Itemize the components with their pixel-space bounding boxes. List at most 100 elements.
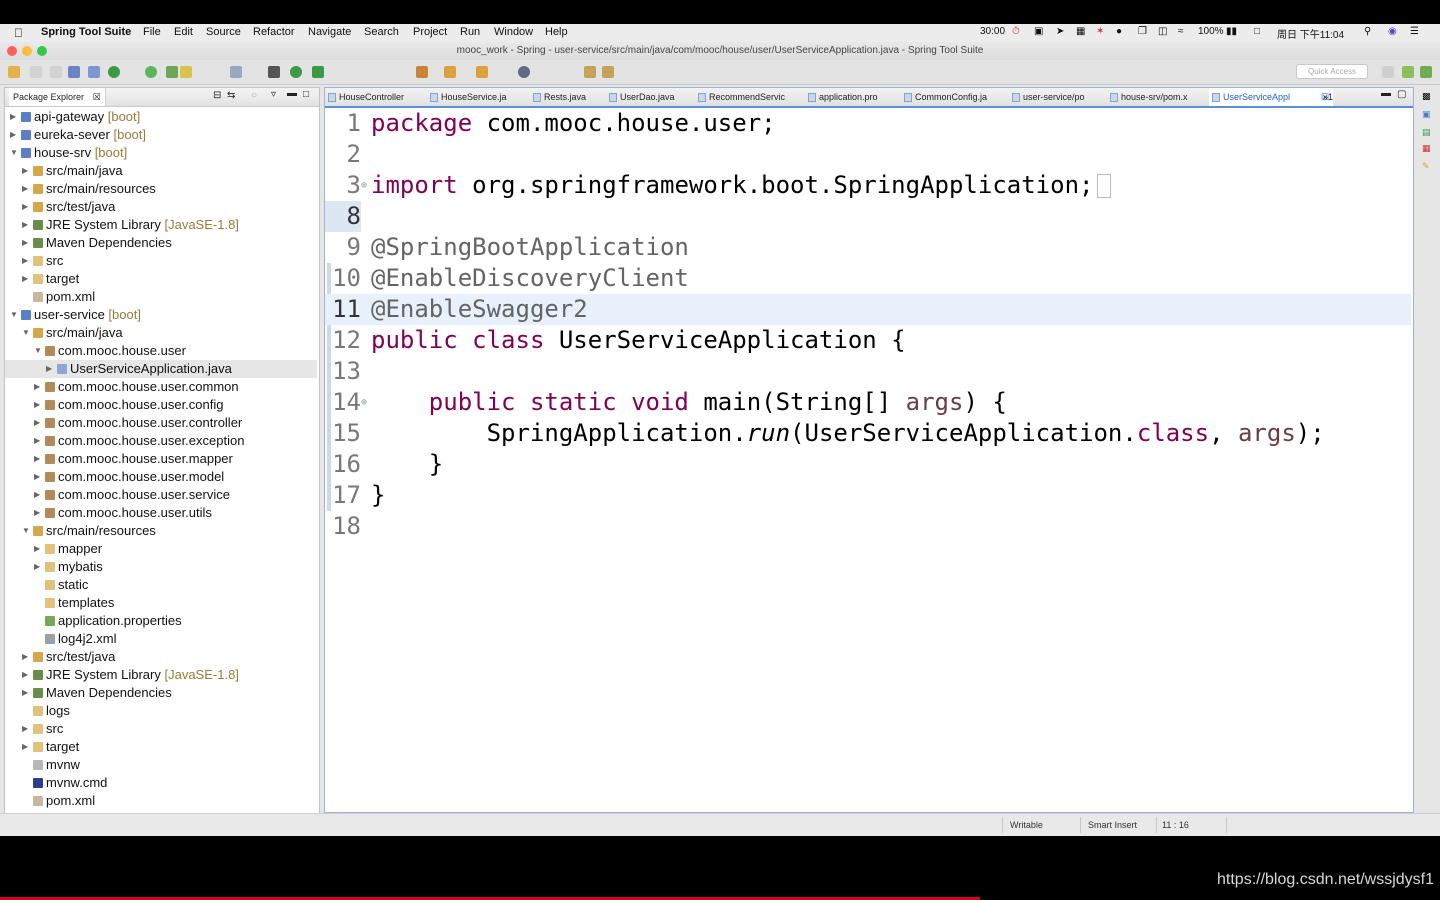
tree-item[interactable]: ▼ user-service [boot]: [5, 306, 317, 324]
tree-item[interactable]: log4j2.xml: [5, 630, 317, 648]
code-line[interactable]: 14 ⊕ public static void main(String[] arg…: [325, 387, 1411, 418]
show-whitespace-icon[interactable]: [230, 66, 242, 78]
expand-arrow-icon[interactable]: ▶: [34, 504, 42, 522]
spring-explorer-icon[interactable]: ✎: [1422, 161, 1430, 172]
spring-boot-dashboard-icon[interactable]: [108, 66, 120, 78]
tree-item[interactable]: mvnw: [5, 756, 317, 774]
menu-navigate[interactable]: Navigate: [308, 26, 351, 38]
expand-arrow-icon[interactable]: ▶: [22, 270, 30, 288]
menu-help[interactable]: Help: [545, 26, 568, 38]
tree-item[interactable]: ▶ mybatis: [5, 558, 317, 576]
code-line[interactable]: 17}: [325, 480, 1411, 511]
tree-item[interactable]: ▶ target: [5, 738, 317, 756]
save-icon[interactable]: [30, 66, 42, 78]
menu-file[interactable]: File: [143, 26, 161, 38]
code-line[interactable]: 8: [325, 201, 1411, 232]
tree-item[interactable]: ▶ com.mooc.house.user.exception: [5, 432, 317, 450]
expand-arrow-icon[interactable]: ▶: [34, 468, 42, 486]
problems-icon[interactable]: ▦: [1422, 143, 1431, 154]
notification-center-icon[interactable]: ☰: [1410, 26, 1419, 37]
expand-arrow-icon[interactable]: ▶: [34, 432, 42, 450]
expand-arrow-icon[interactable]: ▶: [22, 684, 30, 702]
package-explorer-tab[interactable]: Package Explorer ☒: [9, 88, 106, 106]
copy-icon[interactable]: ❐: [1138, 26, 1147, 37]
tree-item[interactable]: ▶ UserServiceApplication.java: [5, 360, 317, 378]
menu-source[interactable]: Source: [206, 26, 241, 38]
tree-item[interactable]: ▶ com.mooc.house.user.config: [5, 396, 317, 414]
close-view-icon[interactable]: ☒: [93, 92, 101, 102]
debug-icon[interactable]: [268, 66, 280, 78]
terminal-icon[interactable]: [68, 66, 80, 78]
tree-item[interactable]: application.properties: [5, 612, 317, 630]
restore-icon[interactable]: ▩: [1422, 91, 1431, 102]
menu-app-name[interactable]: Spring Tool Suite: [41, 26, 131, 38]
relaunch-icon[interactable]: [145, 66, 157, 78]
tree-item[interactable]: static: [5, 576, 317, 594]
collapse-arrow-icon[interactable]: ▼: [34, 342, 42, 360]
spring-perspective-icon[interactable]: [1420, 66, 1432, 78]
run-icon[interactable]: [290, 66, 302, 78]
toggle-mark-occurrences-icon[interactable]: [180, 66, 192, 78]
input-method-icon[interactable]: □: [1254, 26, 1260, 37]
forward-icon[interactable]: [602, 66, 614, 78]
expand-arrow-icon[interactable]: ▶: [22, 648, 30, 666]
expand-arrow-icon[interactable]: ▶: [22, 216, 30, 234]
expand-arrow-icon[interactable]: ▶: [22, 180, 30, 198]
search-icon[interactable]: [476, 66, 488, 78]
timer-status[interactable]: 30:00: [980, 26, 1005, 37]
more-tabs-button[interactable]: »1: [1319, 88, 1347, 106]
expand-arrow-icon[interactable]: ▶: [22, 666, 30, 684]
wifi-icon[interactable]: ≈: [1178, 26, 1184, 37]
tree-item[interactable]: ▶ target: [5, 270, 317, 288]
tree-item[interactable]: ▶ com.mooc.house.user.utils: [5, 504, 317, 522]
expand-arrow-icon[interactable]: ▶: [34, 486, 42, 504]
open-task-icon[interactable]: [416, 66, 428, 78]
new-icon[interactable]: [8, 66, 20, 78]
expand-arrow-icon[interactable]: ▶: [22, 252, 30, 270]
tree-item[interactable]: ▶ JRE System Library [JavaSE-1.8]: [5, 216, 317, 234]
editor-tab-house-controller[interactable]: HouseController: [325, 88, 439, 106]
tree-item[interactable]: ▶ com.mooc.house.user.controller: [5, 414, 317, 432]
menu-run[interactable]: Run: [460, 26, 480, 38]
tree-item[interactable]: ▶ com.mooc.house.user.common: [5, 378, 317, 396]
editor-tab-application-properties[interactable]: application.pro: [805, 88, 905, 106]
open-folder-icon[interactable]: [444, 66, 456, 78]
minimize-view-icon[interactable]: ▬: [287, 88, 297, 99]
collapse-arrow-icon[interactable]: ▼: [10, 144, 18, 162]
tree-item[interactable]: pom.xml: [5, 288, 317, 306]
tree-item[interactable]: mvnw.cmd: [5, 774, 317, 792]
skip-breakpoints-icon[interactable]: [88, 66, 100, 78]
folded-imports-box[interactable]: [1097, 174, 1112, 198]
tree-item[interactable]: ▶ com.mooc.house.user.service: [5, 486, 317, 504]
insert-mode-status[interactable]: Smart Insert: [1088, 820, 1137, 830]
quick-access-field[interactable]: Quick Access: [1296, 64, 1368, 79]
menu-project[interactable]: Project: [413, 26, 447, 38]
code-line[interactable]: 16 }: [325, 449, 1411, 480]
menu-edit[interactable]: Edit: [174, 26, 193, 38]
tree-item[interactable]: ▶ src: [5, 720, 317, 738]
tree-item[interactable]: pom.xml: [5, 792, 317, 810]
expand-arrow-icon[interactable]: ▶: [10, 126, 18, 144]
expand-arrow-icon[interactable]: ▶: [34, 378, 42, 396]
code-line[interactable]: 2: [325, 139, 1411, 170]
collapse-all-icon[interactable]: ⊟: [213, 90, 221, 101]
collapse-arrow-icon[interactable]: ▼: [22, 324, 30, 342]
editor-tab-house-service[interactable]: HouseService.ja: [427, 88, 525, 106]
code-line[interactable]: 1 package com.mooc.house.user;: [325, 108, 1411, 139]
minimize-editor-icon[interactable]: ▬: [1381, 88, 1391, 99]
open-type-icon[interactable]: [166, 66, 178, 78]
translate-icon[interactable]: ◫: [1158, 26, 1167, 37]
expand-arrow-icon[interactable]: ▶: [10, 108, 18, 126]
tree-item[interactable]: ▼ house-srv [boot]: [5, 144, 317, 162]
battery-icon[interactable]: ▮▮: [1226, 26, 1237, 37]
expand-arrow-icon[interactable]: ▶: [22, 234, 30, 252]
menu-refactor[interactable]: Refactor: [253, 26, 295, 38]
apple-icon[interactable]: : [14, 26, 23, 40]
send-icon[interactable]: ➤: [1056, 26, 1064, 37]
tree-item[interactable]: ▼ com.mooc.house.user: [5, 342, 317, 360]
outline-icon[interactable]: ▣: [1422, 109, 1431, 120]
tree-item[interactable]: ▼ src/main/java: [5, 324, 317, 342]
tree-item[interactable]: templates: [5, 594, 317, 612]
tree-item[interactable]: ▶ src/test/java: [5, 198, 317, 216]
java-ee-perspective-icon[interactable]: [1402, 66, 1414, 78]
